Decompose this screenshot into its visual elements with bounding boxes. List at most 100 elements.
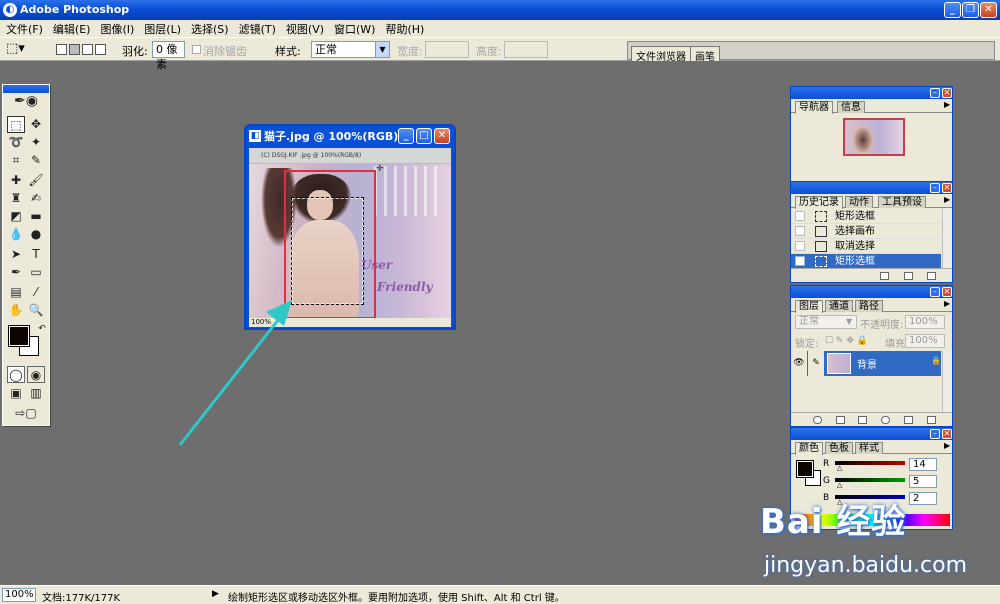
menu-layer[interactable]: 图层(L) xyxy=(140,21,187,37)
new-snapshot-icon[interactable] xyxy=(904,272,913,280)
marquee-tool-preset-icon[interactable]: ⬚▾ xyxy=(6,41,25,56)
doc-close-button[interactable]: ✕ xyxy=(434,128,450,144)
fill-input[interactable]: 100% xyxy=(905,334,945,348)
layers-menu-icon[interactable]: ▶ xyxy=(944,299,950,308)
doc-maximize-button[interactable]: □ xyxy=(416,128,432,144)
trash-icon[interactable] xyxy=(927,416,936,424)
notes-icon[interactable]: ▤ xyxy=(7,284,25,301)
menu-view[interactable]: 视图(V) xyxy=(282,21,330,37)
style-select[interactable]: 正常 ▼ xyxy=(311,41,390,58)
color-menu-icon[interactable]: ▶ xyxy=(944,441,950,450)
add-selection-icon[interactable] xyxy=(69,44,80,55)
type-icon[interactable]: T xyxy=(27,246,45,263)
pen-icon[interactable]: ✒ xyxy=(7,264,25,281)
tools-palette-header[interactable] xyxy=(3,85,49,93)
red-slider-track[interactable] xyxy=(835,461,905,465)
intersect-selection-icon[interactable] xyxy=(95,44,106,55)
history-item-selected[interactable]: 矩形选框 xyxy=(791,254,941,269)
history-snapshot-checkbox[interactable] xyxy=(795,241,805,251)
layers-header[interactable]: – ✕ xyxy=(791,286,952,298)
navigator-thumbnail[interactable] xyxy=(843,118,905,156)
trash-icon[interactable] xyxy=(927,272,936,280)
brush-link-icon[interactable]: ✎ xyxy=(808,351,824,376)
clone-stamp-icon[interactable]: ♜ xyxy=(7,190,25,207)
tab-swatches[interactable]: 色板 xyxy=(825,442,853,454)
layer-style-icon[interactable] xyxy=(813,416,822,424)
swap-colors-icon[interactable]: ↶ xyxy=(33,321,51,338)
menu-window[interactable]: 窗口(W) xyxy=(330,21,381,37)
new-selection-icon[interactable] xyxy=(56,44,67,55)
red-value-input[interactable]: 14 xyxy=(909,458,937,471)
navigator-menu-icon[interactable]: ▶ xyxy=(944,100,950,109)
close-button[interactable]: ✕ xyxy=(980,2,997,18)
history-item[interactable]: 取消选择 xyxy=(791,239,941,254)
subtract-selection-icon[interactable] xyxy=(82,44,93,55)
history-snapshot-checkbox[interactable] xyxy=(795,226,805,236)
new-set-icon[interactable] xyxy=(858,416,867,424)
add-mask-icon[interactable] xyxy=(836,416,845,424)
crop-icon[interactable]: ⌗ xyxy=(7,152,25,169)
tab-tool-presets[interactable]: 工具预设 xyxy=(878,196,926,208)
eraser-icon[interactable]: ◩ xyxy=(7,208,25,225)
history-menu-icon[interactable]: ▶ xyxy=(944,195,950,204)
healing-brush-icon[interactable]: ✚ xyxy=(7,172,25,189)
dodge-icon[interactable]: ● xyxy=(27,226,45,243)
navigator-close-button[interactable]: ✕ xyxy=(942,88,952,98)
layers-minimize-button[interactable]: – xyxy=(930,287,940,297)
jump-to-imageready-icon[interactable]: ⇨▢ xyxy=(7,405,45,422)
lock-icons[interactable]: ☐ ✎ ✥ 🔒 xyxy=(825,336,868,346)
tab-color[interactable]: 颜色 xyxy=(795,442,823,455)
feather-input[interactable]: 0 像素 xyxy=(152,41,185,71)
status-doc-size[interactable]: 文档:177K/177K xyxy=(42,589,120,604)
tab-paths[interactable]: 路径 xyxy=(855,300,883,312)
document-title-bar[interactable]: ◧ 猫子.jpg @ 100%(RGB) _ □ ✕ xyxy=(246,126,454,147)
tab-brushes[interactable]: 画笔 xyxy=(690,46,720,63)
history-snapshot-checkbox[interactable] xyxy=(795,211,805,221)
history-scrollbar[interactable] xyxy=(942,209,952,271)
tab-navigator[interactable]: 导航器 xyxy=(795,101,833,114)
opacity-input[interactable]: 100% xyxy=(905,315,945,329)
shape-icon[interactable]: ▭ xyxy=(27,264,45,281)
menu-select[interactable]: 选择(S) xyxy=(187,21,235,37)
blue-value-input[interactable]: 2 xyxy=(909,492,937,505)
color-minimize-button[interactable]: – xyxy=(930,429,940,439)
status-zoom-input[interactable]: 100% xyxy=(2,588,36,602)
menu-image[interactable]: 图像(I) xyxy=(96,21,140,37)
rectangular-marquee-icon[interactable]: ⬚ xyxy=(7,116,25,133)
path-selection-icon[interactable]: ➤ xyxy=(7,246,25,263)
menu-help[interactable]: 帮助(H) xyxy=(381,21,430,37)
tab-file-browser[interactable]: 文件浏览器 xyxy=(631,46,691,63)
green-value-input[interactable]: 5 xyxy=(909,475,937,488)
tab-channels[interactable]: 通道 xyxy=(825,300,853,312)
green-slider-handle[interactable]: △ xyxy=(837,481,842,489)
tab-styles[interactable]: 样式 xyxy=(855,442,883,454)
new-document-from-state-icon[interactable] xyxy=(880,272,889,280)
history-close-button[interactable]: ✕ xyxy=(942,183,952,193)
red-slider-handle[interactable]: △ xyxy=(837,464,842,472)
magic-wand-icon[interactable]: ✦ xyxy=(27,134,45,151)
screen-mode-standard-icon[interactable]: ▣ xyxy=(7,385,25,402)
screen-mode-full-icon[interactable]: ▥ xyxy=(27,385,45,402)
gradient-icon[interactable]: ▬ xyxy=(27,208,45,225)
antialias-checkbox[interactable] xyxy=(192,45,201,54)
foreground-color-swatch[interactable] xyxy=(796,460,814,478)
history-header[interactable]: – ✕ xyxy=(791,182,952,194)
hand-icon[interactable]: ✋ xyxy=(7,302,25,319)
eyedropper-icon[interactable]: ⁄ xyxy=(27,284,45,301)
app-title-bar[interactable]: ◐ Adobe Photoshop _ ❐ ✕ xyxy=(0,0,1000,20)
adobe-online-icon[interactable]: ✒◉ xyxy=(7,93,45,113)
menu-edit[interactable]: 编辑(E) xyxy=(49,21,97,37)
menu-filter[interactable]: 滤镜(T) xyxy=(235,21,282,37)
tab-history[interactable]: 历史记录 xyxy=(795,196,843,209)
tab-layers[interactable]: 图层 xyxy=(795,300,823,313)
brush-icon[interactable]: 🖌 xyxy=(27,172,45,189)
blur-icon[interactable]: 💧 xyxy=(7,226,25,243)
standard-mode-icon[interactable]: ◯ xyxy=(7,366,25,383)
history-minimize-button[interactable]: – xyxy=(930,183,940,193)
layers-scrollbar[interactable] xyxy=(942,351,952,413)
history-brush-icon[interactable]: ✍ xyxy=(27,190,45,207)
history-item[interactable]: 矩形选框 xyxy=(791,209,941,224)
tab-info[interactable]: 信息 xyxy=(837,101,865,113)
move-tool-icon[interactable]: ✥ xyxy=(27,116,45,133)
height-input[interactable] xyxy=(504,41,548,58)
